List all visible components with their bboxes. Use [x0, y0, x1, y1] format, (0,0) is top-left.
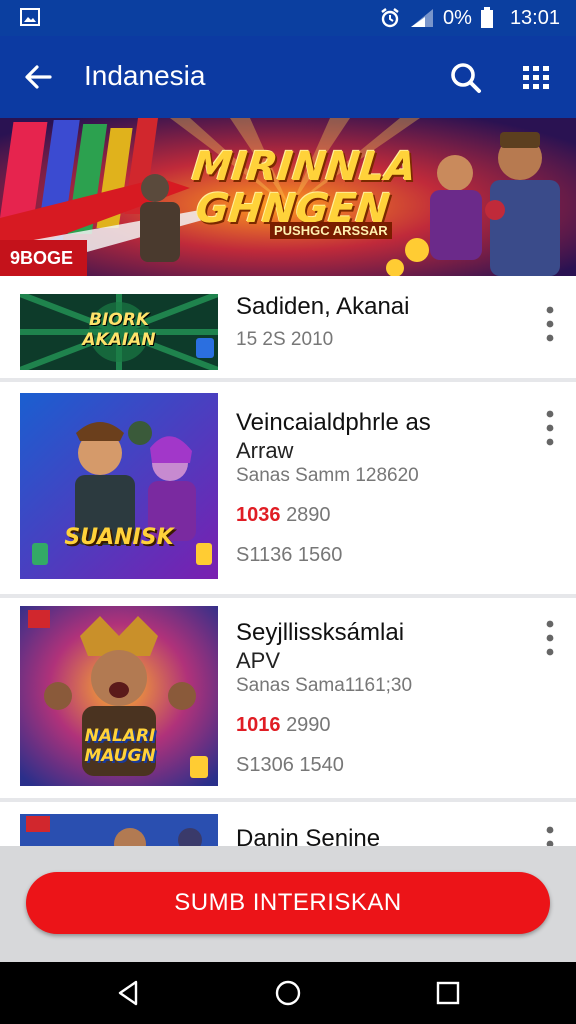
more-options-icon[interactable]: [540, 408, 560, 448]
list-item[interactable]: SUANISK Veincaialdphrle as Arraw Sanas S…: [0, 382, 576, 594]
item-thumbnail: BIORK AKAIAN: [20, 294, 218, 370]
battery-icon: [480, 7, 493, 28]
list-item[interactable]: NALARI MAUGN Seyjllissksámlai APV Sanas …: [0, 598, 576, 798]
alarm-icon: [381, 8, 399, 28]
more-options-icon[interactable]: [540, 824, 560, 846]
thumbnail-title: BIORK AKAIAN: [82, 310, 156, 350]
item-meta: 15 2S 2010: [236, 329, 334, 350]
item-name: Seyjllissksámlai: [236, 619, 405, 646]
sale-price: 1036: [236, 504, 281, 526]
item-price-row: 1036 2890: [236, 502, 431, 528]
signal-icon: [411, 9, 434, 27]
thumbnail-art: [20, 393, 218, 579]
search-icon[interactable]: [448, 60, 484, 96]
list-item[interactable]: Danin Senine: [0, 802, 576, 846]
thumbnail-title: NALARI MAUGN: [84, 726, 156, 766]
back-arrow-icon[interactable]: [22, 61, 54, 93]
item-meta: Sanas Samm 128620: [236, 465, 419, 486]
item-thumbnail: [20, 814, 218, 846]
item-text: Danin Senine: [236, 824, 380, 846]
item-extra: S1136 1560: [236, 544, 343, 566]
app-bar: Indanesia: [0, 36, 576, 118]
item-thumbnail: SUANISK: [20, 393, 218, 579]
item-text: Veincaialdphrle as Arraw Sanas Samm 1286…: [236, 408, 431, 568]
item-price-row: 1016 2990: [236, 712, 412, 738]
item-subtitle: Arraw: [236, 438, 294, 463]
status-bar: 0% 13:01: [0, 0, 576, 36]
original-price: 2990: [286, 714, 331, 736]
status-time: 13:01: [509, 6, 560, 29]
item-extra: S1306 1540: [236, 754, 344, 776]
item-meta: Sanas Sama1161;30: [236, 675, 413, 696]
item-thumbnail: NALARI MAUGN: [20, 606, 218, 786]
banner-title-line1: MIRINNLA: [189, 144, 419, 190]
primary-action-button[interactable]: SUMB INTERISKAN: [26, 872, 550, 934]
banner-badge: 9BOGE: [0, 240, 88, 276]
image-icon: [20, 8, 40, 26]
thumbnail-art: [20, 814, 218, 846]
item-text: Seyjllissksámlai APV Sanas Sama1161;30 1…: [236, 618, 412, 778]
system-nav-bar: [0, 962, 576, 1024]
sale-price: 1016: [236, 714, 281, 736]
item-subtitle: APV: [236, 648, 281, 673]
grid-icon[interactable]: [520, 62, 552, 94]
item-name: Veincaialdphrle as: [236, 409, 431, 436]
bottom-action-panel: SUMB INTERISKAN: [0, 846, 576, 962]
recents-square-icon[interactable]: [434, 979, 462, 1007]
banner-title: MIRINNLA GHNGEN: [186, 144, 419, 232]
promo-banner[interactable]: MIRINNLA GHNGEN PUSHGC ARSSAR 9BOGE: [0, 118, 576, 276]
page-title: Indanesia: [84, 60, 206, 91]
more-options-icon[interactable]: [540, 304, 560, 344]
thumbnail-title: SUANISK: [64, 525, 174, 550]
item-name: Sadiden, Akanai: [236, 293, 410, 320]
list-item[interactable]: BIORK AKAIAN Sadiden, Akanai 15 2S 2010: [0, 276, 576, 378]
original-price: 2890: [286, 504, 331, 526]
item-text: Sadiden, Akanai 15 2S 2010: [236, 292, 409, 352]
status-right: 0% 13:01: [379, 6, 560, 30]
banner-tagline: PUSHGC ARSSAR: [270, 222, 392, 239]
battery-percentage: 0%: [443, 6, 472, 29]
home-circle-icon[interactable]: [274, 979, 302, 1007]
back-triangle-icon[interactable]: [114, 979, 142, 1007]
item-name: Danin Senine: [236, 825, 381, 846]
more-options-icon[interactable]: [540, 618, 560, 658]
